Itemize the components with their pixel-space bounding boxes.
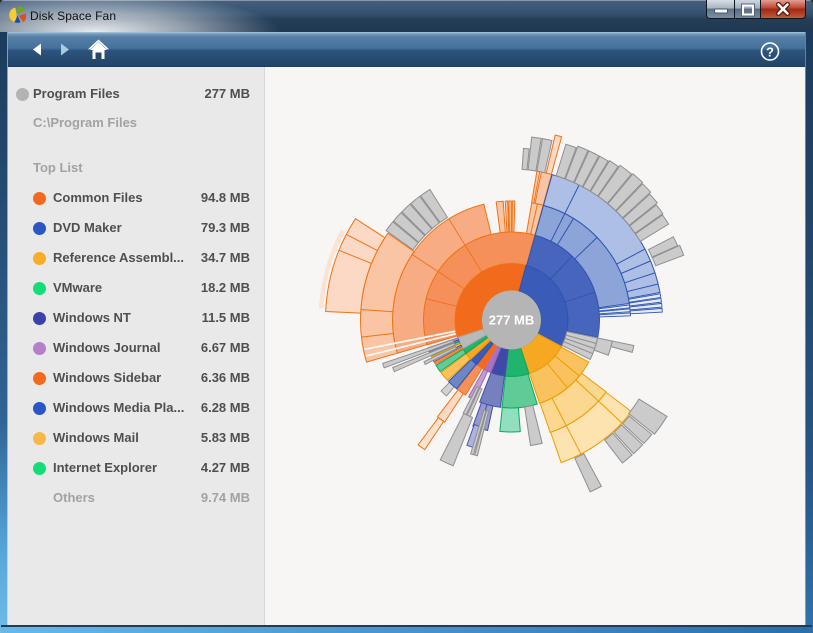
svg-text:277 MB: 277 MB <box>489 313 535 328</box>
svg-text:?: ? <box>766 45 774 60</box>
